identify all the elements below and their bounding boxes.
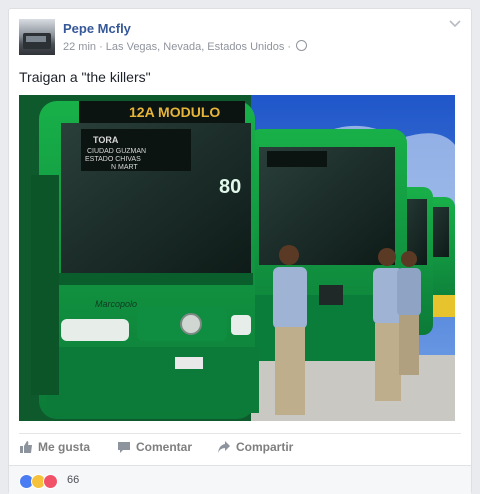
thumbs-up-icon [20,441,32,453]
like-button[interactable]: Me gusta [19,440,90,454]
svg-text:ESTADO CHIVAS: ESTADO CHIVAS [85,156,141,163]
chevron-down-icon[interactable] [449,19,461,29]
globe-icon [296,40,308,51]
person-3 [397,251,421,375]
comment-icon [118,442,130,453]
person-1 [273,245,307,415]
svg-text:CIUDAD GUZMAN: CIUDAD GUZMAN [87,148,146,155]
reactions-bar[interactable]: 66 [9,465,471,494]
love-icon [43,474,58,489]
reaction-count[interactable]: 66 [67,474,79,486]
share-label: Compartir [236,440,294,454]
share-icon [218,441,230,453]
svg-text:12A MODULO: 12A MODULO [129,104,220,120]
post-meta: 22 min · Las Vegas, Nevada, Estados Unid… [63,40,308,53]
like-label: Me gusta [38,440,91,454]
author-name[interactable]: Pepe Mcfly [63,21,131,36]
svg-text:Marcopolo: Marcopolo [95,299,137,309]
svg-text:80: 80 [219,176,241,198]
comment-button[interactable]: Comentar [117,440,192,454]
svg-text:N MART: N MART [111,164,138,171]
reaction-icons [19,474,65,489]
share-button[interactable]: Compartir [217,440,293,454]
post-photo[interactable]: 12A MODULO TORA CIUDAD GUZMAN ESTADO CHI… [19,95,455,421]
comment-label: Comentar [136,440,193,454]
svg-text:TORA: TORA [93,135,119,145]
post-meta-text: 22 min · Las Vegas, Nevada, Estados Unid… [63,41,292,53]
action-bar: Me gusta Comentar Compartir [19,433,461,460]
post-card: Pepe Mcfly 22 min · Las Vegas, Nevada, E… [8,8,472,494]
avatar[interactable] [19,19,55,55]
post-text: Traigan a "the killers" [19,69,151,85]
